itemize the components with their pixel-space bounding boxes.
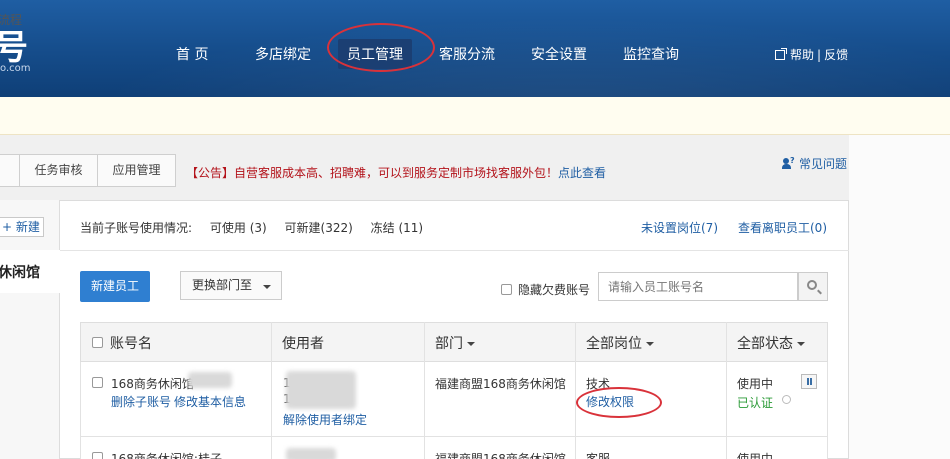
nav-staff-management[interactable]: 员工管理 <box>338 39 412 69</box>
hide-arrears-checkbox[interactable] <box>501 284 512 295</box>
column-position-label: 全部岗位 <box>586 336 642 352</box>
panel-divider <box>60 250 849 251</box>
help-link[interactable]: 帮助 <box>790 46 814 63</box>
new-employee-button[interactable]: 新建员工 <box>80 271 150 302</box>
nav-customer-service-routing[interactable]: 客服分流 <box>439 44 495 64</box>
delete-sub-account-link[interactable]: 删除子账号 <box>111 393 171 410</box>
unbind-user-link[interactable]: 解除使用者绑定 <box>283 411 367 428</box>
column-divider <box>424 322 425 459</box>
position-cell: 客服 <box>586 452 611 459</box>
row-checkbox[interactable] <box>92 377 103 388</box>
help-links: 帮助 | 反馈 <box>775 46 848 63</box>
caret-down-icon <box>467 342 475 346</box>
nav-monitoring-query[interactable]: 监控查询 <box>623 44 679 64</box>
status-cell: 使用中 <box>737 377 774 391</box>
stats-frozen: 冻结 (11) <box>370 221 424 235</box>
announcement-tag: 【公告】 <box>186 166 235 180</box>
position-cell: 技术 <box>586 377 611 391</box>
column-divider <box>575 322 576 459</box>
edit-permissions-link[interactable]: 修改权限 <box>586 393 634 410</box>
column-divider <box>726 322 727 459</box>
search-icon <box>807 280 817 290</box>
external-link-icon <box>775 47 787 60</box>
column-user: 使用者 <box>282 336 324 352</box>
column-position[interactable]: 全部岗位 <box>586 333 654 353</box>
row-checkbox[interactable] <box>92 452 103 459</box>
account-name: 168商务休闲馆 <box>111 377 194 391</box>
column-department-label: 部门 <box>435 336 463 352</box>
announcement: 【公告】自营客服成本高、招聘难，可以到服务定制市场找客服外包！点此查看 <box>186 164 606 181</box>
stats-label: 当前子账号使用情况: <box>80 221 193 235</box>
separator: | <box>817 47 822 62</box>
caret-down-icon <box>646 342 654 346</box>
column-divider <box>271 322 272 459</box>
department-name[interactable]: 休闲馆 <box>0 262 40 282</box>
tab-hidden[interactable] <box>0 154 20 187</box>
column-department[interactable]: 部门 <box>435 333 475 353</box>
logo-domain: o.com <box>0 63 31 74</box>
strip-text[interactable]: 流程 <box>0 11 22 28</box>
edit-basic-info-link[interactable]: 修改基本信息 <box>174 393 246 410</box>
department-sidebar <box>0 200 60 459</box>
hide-arrears-label: 隐藏欠费账号 <box>518 283 591 297</box>
sub-account-stats: 当前子账号使用情况: 可使用 (3) 可新建(322) 冻结 (11) <box>80 219 437 236</box>
status-cell: 使用中 <box>737 452 774 459</box>
change-department-label: 更换部门至 <box>192 278 253 292</box>
redacted-blur <box>286 448 336 459</box>
account-name: 168商务休闲馆:桂子 <box>111 452 222 459</box>
faq-link[interactable]: ? 常见问题 <box>782 155 847 172</box>
page-right-background <box>849 135 950 459</box>
nav-security-settings[interactable]: 安全设置 <box>531 44 587 64</box>
change-department-select[interactable]: 更换部门至 <box>180 271 282 300</box>
nav-multi-store-binding[interactable]: 多店绑定 <box>255 44 311 64</box>
nav-home[interactable]: 首 页 <box>176 44 208 64</box>
tab-app-management[interactable]: 应用管理 <box>97 154 176 187</box>
stats-creatable: 可新建(322) <box>284 221 353 235</box>
column-status-label: 全部状态 <box>737 336 793 352</box>
tab-task-review[interactable]: 任务审核 <box>19 154 98 187</box>
column-account: 账号名 <box>110 336 152 352</box>
user-question-icon: ? <box>782 156 796 170</box>
stats-available: 可使用 (3) <box>209 221 267 235</box>
caret-down-icon <box>797 342 805 346</box>
announcement-link[interactable]: 点此查看 <box>558 166 606 180</box>
department-cell: 福建商盟168商务休闲馆 <box>435 377 566 391</box>
new-department-button[interactable]: + 新建 <box>0 217 44 237</box>
department-cell: 福建商盟168商务休闲馆 <box>435 452 566 459</box>
feedback-link[interactable]: 反馈 <box>824 46 848 63</box>
search-button[interactable] <box>798 272 828 301</box>
hide-arrears-toggle[interactable]: 隐藏欠费账号 <box>501 281 590 298</box>
resigned-staff-link[interactable]: 查看离职员工(0) <box>738 219 827 236</box>
caret-down-icon <box>263 285 271 289</box>
select-all-checkbox[interactable] <box>92 337 103 348</box>
notice-strip <box>0 97 950 135</box>
unassigned-position-link[interactable]: 未设置岗位(7) <box>641 219 718 236</box>
column-status[interactable]: 全部状态 <box>737 333 805 353</box>
redacted-blur <box>286 371 356 409</box>
pause-icon[interactable] <box>801 374 817 389</box>
verified-badge: 已认证 <box>737 396 774 410</box>
faq-label: 常见问题 <box>799 157 848 171</box>
employee-search-input[interactable] <box>598 272 798 301</box>
announcement-text: 自营客服成本高、招聘难，可以到服务定制市场找客服外包！ <box>234 166 559 180</box>
redacted-blur <box>188 372 232 388</box>
info-icon[interactable] <box>782 395 791 404</box>
